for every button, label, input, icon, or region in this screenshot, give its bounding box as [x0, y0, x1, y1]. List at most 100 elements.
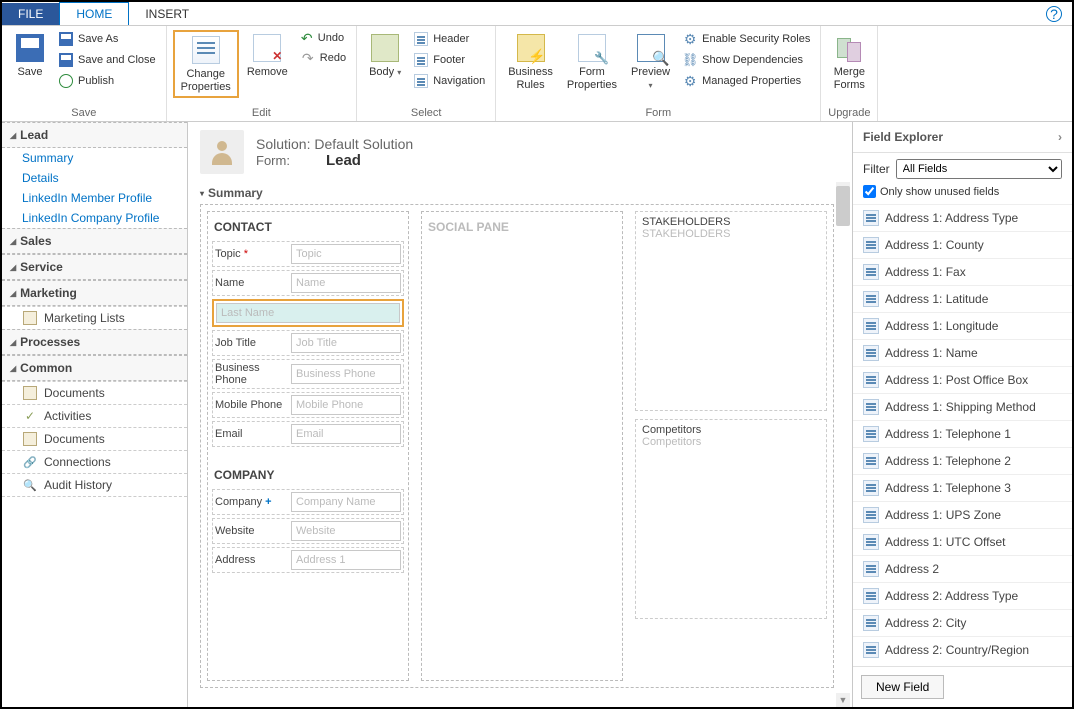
header-button[interactable]: Header: [409, 30, 489, 48]
footer-button[interactable]: Footer: [409, 51, 489, 69]
canvas-scroll[interactable]: ▲ ▾Summary CONTACTTopic *TopicNameNameLa…: [188, 182, 852, 707]
field-input[interactable]: Topic: [291, 244, 401, 264]
field-input[interactable]: Mobile Phone: [291, 395, 401, 415]
field-item[interactable]: Address 1: County: [853, 231, 1072, 258]
field-item[interactable]: Address 1: Longitude: [853, 312, 1072, 339]
preview-button[interactable]: Preview▾: [625, 30, 676, 94]
scroll-down-arrow[interactable]: ▼: [836, 693, 850, 707]
field-item[interactable]: Address 1: Telephone 2: [853, 447, 1072, 474]
nav-section-service[interactable]: ◢Service: [2, 254, 187, 280]
left-nav: ◢Lead Summary Details LinkedIn Member Pr…: [2, 122, 188, 707]
nav-link-linkedin-member[interactable]: LinkedIn Member Profile: [2, 188, 187, 208]
field-item[interactable]: Address 1: Telephone 1: [853, 420, 1072, 447]
nav-item-audit-history[interactable]: Audit History: [2, 473, 187, 497]
field-input[interactable]: Company Name: [291, 492, 401, 512]
nav-item-documents-2[interactable]: Documents: [2, 427, 187, 450]
nav-section-sales[interactable]: ◢Sales: [2, 228, 187, 254]
field-item[interactable]: Address 2: City: [853, 609, 1072, 636]
remove-button[interactable]: Remove: [241, 30, 294, 81]
subgrid-stakeholders[interactable]: STAKEHOLDERS STAKEHOLDERS: [635, 211, 827, 411]
form-col-related[interactable]: STAKEHOLDERS STAKEHOLDERS Competitors Co…: [635, 211, 827, 681]
field-input[interactable]: Website: [291, 521, 401, 541]
field-input[interactable]: Job Title: [291, 333, 401, 353]
field-item[interactable]: Address 2: Country/Region: [853, 636, 1072, 663]
field-row[interactable]: Job Title Job Title: [212, 330, 404, 356]
nav-item-documents[interactable]: Documents: [2, 381, 187, 404]
new-field-button[interactable]: New Field: [861, 675, 944, 699]
undo-icon: [300, 31, 314, 45]
field-item[interactable]: Address 1: Shipping Method: [853, 393, 1072, 420]
nav-section-processes[interactable]: ◢Processes: [2, 329, 187, 355]
nav-link-details[interactable]: Details: [2, 168, 187, 188]
field-item[interactable]: Address 1: UPS Zone: [853, 501, 1072, 528]
field-row[interactable]: Business PhoneBusiness Phone: [212, 359, 404, 389]
remove-icon: [253, 34, 281, 62]
nav-section-common[interactable]: ◢Common: [2, 355, 187, 381]
field-icon: [863, 345, 879, 361]
field-icon: [863, 372, 879, 388]
nav-link-summary[interactable]: Summary: [2, 148, 187, 168]
field-input[interactable]: Business Phone: [291, 364, 401, 384]
managed-properties-button[interactable]: Managed Properties: [678, 72, 814, 90]
change-properties-button[interactable]: Change Properties: [173, 30, 239, 98]
field-item[interactable]: Address 1: Telephone 3: [853, 474, 1072, 501]
field-item[interactable]: Address 2: Address Type: [853, 582, 1072, 609]
form-properties-button[interactable]: Form Properties: [561, 30, 623, 94]
tab-home[interactable]: HOME: [59, 2, 129, 25]
field-input[interactable]: Name: [291, 273, 401, 293]
form-col-social[interactable]: SOCIAL PANE: [421, 211, 623, 681]
chevron-right-icon[interactable]: ›: [1058, 130, 1062, 144]
tab-file[interactable]: FILE: [2, 3, 59, 25]
field-row[interactable]: AddressAddress 1: [212, 547, 404, 573]
managed-properties-icon: [682, 73, 698, 89]
field-row[interactable]: Last Name: [212, 299, 404, 327]
field-row[interactable]: NameName: [212, 270, 404, 296]
field-input[interactable]: Email: [291, 424, 401, 444]
filter-select[interactable]: All Fields: [896, 159, 1062, 179]
help-icon[interactable]: ?: [1046, 6, 1062, 22]
publish-button[interactable]: Publish: [54, 72, 160, 90]
nav-link-linkedin-company[interactable]: LinkedIn Company Profile: [2, 208, 187, 228]
only-unused-checkbox[interactable]: [863, 185, 876, 198]
nav-section-marketing[interactable]: ◢Marketing: [2, 280, 187, 306]
nav-item-marketing-lists[interactable]: Marketing Lists: [2, 306, 187, 329]
field-item[interactable]: Address 1: Fax: [853, 258, 1072, 285]
field-item[interactable]: Address 2: [853, 555, 1072, 582]
field-list[interactable]: Address 1: Address TypeAddress 1: County…: [853, 204, 1072, 666]
field-row[interactable]: EmailEmail: [212, 421, 404, 447]
field-item-label: Address 2: Country/Region: [885, 643, 1029, 657]
subgrid-competitors[interactable]: Competitors Competitors: [635, 419, 827, 619]
scrollbar-thumb[interactable]: [836, 186, 850, 226]
save-button[interactable]: Save: [8, 30, 52, 81]
nav-item-activities[interactable]: Activities: [2, 404, 187, 427]
tab-header-summary[interactable]: ▾Summary: [200, 182, 834, 204]
show-dependencies-button[interactable]: Show Dependencies: [678, 51, 814, 69]
save-as-button[interactable]: Save As: [54, 30, 160, 48]
field-row[interactable]: Topic *Topic: [212, 241, 404, 267]
business-rules-button[interactable]: Business Rules: [502, 30, 559, 94]
field-item[interactable]: Address 1: Name: [853, 339, 1072, 366]
enable-security-roles-button[interactable]: Enable Security Roles: [678, 30, 814, 48]
merge-forms-button[interactable]: Merge Forms: [827, 30, 871, 94]
undo-button[interactable]: Undo: [296, 30, 350, 46]
navigation-button[interactable]: Navigation: [409, 72, 489, 90]
field-row[interactable]: Mobile PhoneMobile Phone: [212, 392, 404, 418]
field-item[interactable]: Address 1: UTC Offset: [853, 528, 1072, 555]
field-row[interactable]: WebsiteWebsite: [212, 518, 404, 544]
field-label: Job Title: [215, 337, 287, 349]
field-item-label: Address 2: [885, 562, 939, 576]
field-item[interactable]: Address 1: Address Type: [853, 204, 1072, 231]
body-button[interactable]: Body ▾: [363, 30, 407, 81]
field-input[interactable]: Address 1: [291, 550, 401, 570]
redo-button[interactable]: Redo: [296, 49, 350, 67]
nav-section-lead[interactable]: ◢Lead: [2, 122, 187, 148]
document-icon: [23, 386, 37, 400]
nav-item-connections[interactable]: Connections: [2, 450, 187, 473]
field-item[interactable]: Address 1: Post Office Box: [853, 366, 1072, 393]
field-input[interactable]: Last Name: [216, 303, 400, 323]
field-item[interactable]: Address 1: Latitude: [853, 285, 1072, 312]
field-row[interactable]: Company +Company Name: [212, 489, 404, 515]
form-col-contact[interactable]: CONTACTTopic *TopicNameNameLast NameJob …: [207, 211, 409, 681]
tab-insert[interactable]: INSERT: [129, 3, 205, 25]
save-and-close-button[interactable]: Save and Close: [54, 51, 160, 69]
